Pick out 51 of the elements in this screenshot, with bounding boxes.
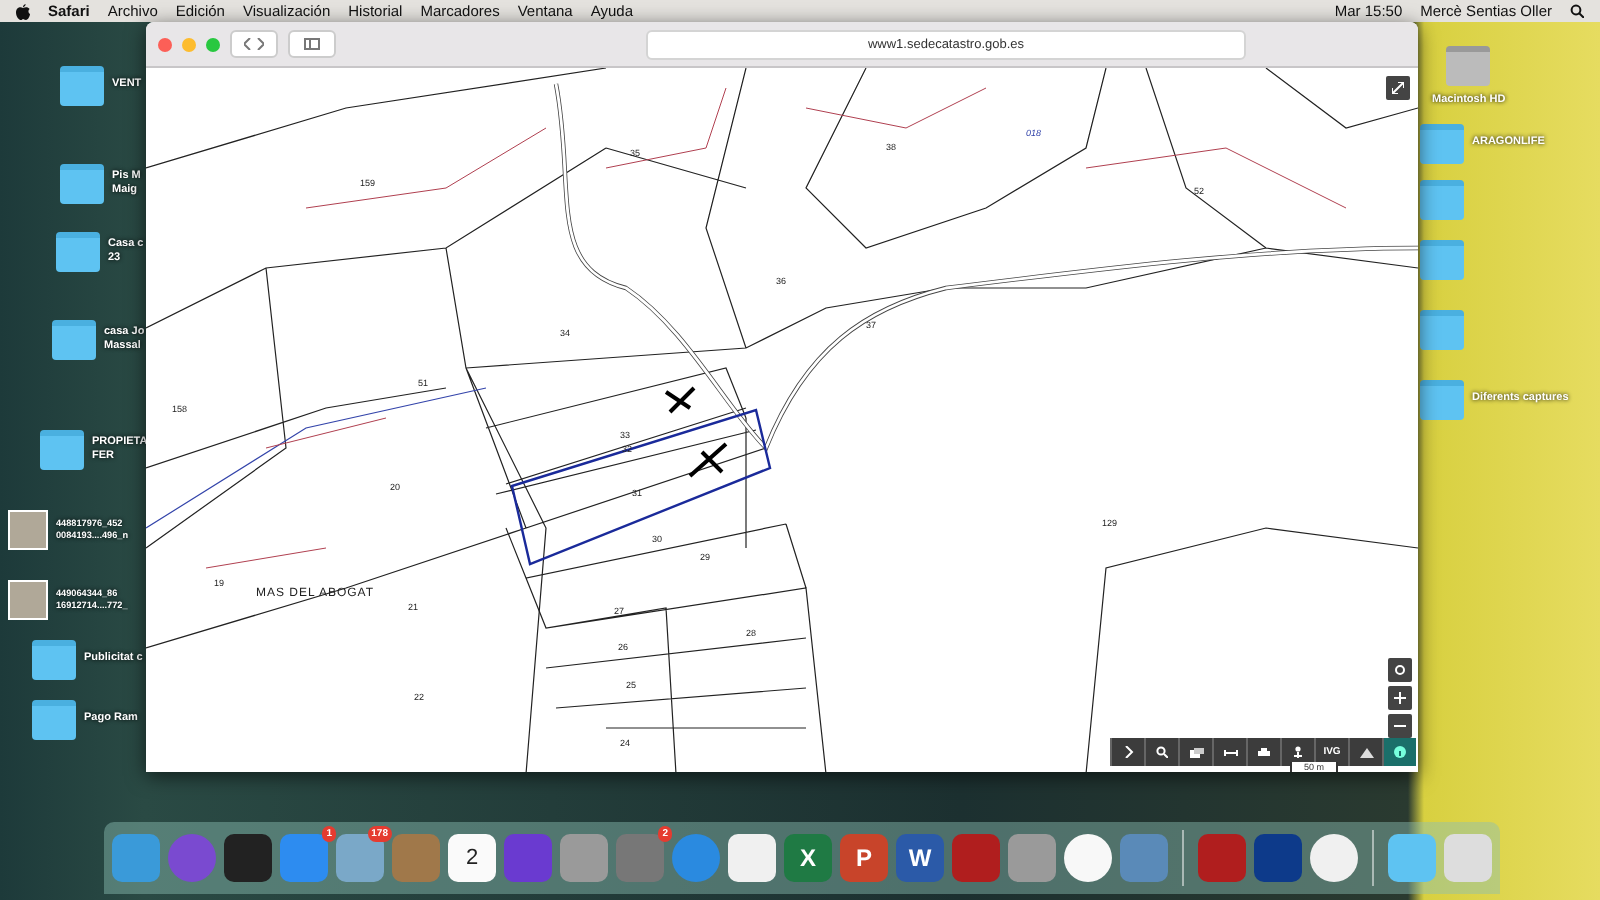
cross-marker-icon [688,442,728,478]
close-button[interactable] [158,37,172,51]
map-tool-button[interactable] [1348,738,1382,766]
folder-icon[interactable] [1420,240,1464,280]
info-icon [1394,746,1406,758]
image-thumbnail[interactable] [8,510,48,550]
plus-icon [1394,692,1406,704]
folder-icon[interactable] [32,640,76,680]
zoom-button[interactable] [206,37,220,51]
folder-icon[interactable] [60,164,104,204]
folder-icon[interactable] [60,66,104,106]
folder-icon[interactable] [32,700,76,740]
search-icon [1156,746,1168,758]
folder-icon[interactable] [1420,124,1464,164]
apple-icon[interactable] [16,3,30,19]
zoom-in-button[interactable] [1388,686,1412,710]
cross-marker-icon [664,386,696,414]
print-icon [1258,747,1270,757]
map-tool-button[interactable] [1178,738,1212,766]
office-app-icon[interactable]: W [896,834,944,882]
office-app-icon[interactable]: X [784,834,832,882]
crosshair-icon [1394,664,1406,676]
map-tool-button[interactable] [1212,738,1246,766]
chevrons-icon [244,38,264,50]
image-thumbnail[interactable] [8,580,48,620]
folder-icon[interactable] [1420,380,1464,420]
map-tool-button[interactable] [1280,738,1314,766]
calendar-app-icon[interactable]: 2 [448,834,496,882]
map-tool-button[interactable] [1246,738,1280,766]
folder-icon[interactable] [40,430,84,470]
chevron-icon [1123,746,1133,758]
expand-icon [1392,82,1404,94]
ruler-icon [1223,749,1237,755]
folder-icon[interactable] [1420,310,1464,350]
office-app-icon[interactable]: P [840,834,888,882]
back-button[interactable] [230,30,278,58]
map-tool-button[interactable] [1110,738,1144,766]
search-icon[interactable] [1570,4,1584,18]
minimize-button[interactable] [182,37,196,51]
map-tool-button[interactable] [1144,738,1178,766]
locate-button[interactable] [1388,658,1412,682]
map-tool-button[interactable] [1382,738,1416,766]
sidebar-button[interactable] [288,30,336,58]
folder-icon[interactable] [52,320,96,360]
folder-icon[interactable] [1420,180,1464,220]
route-icon [1292,746,1304,758]
minus-icon [1394,724,1406,728]
fullscreen-button[interactable] [1386,76,1410,100]
sidebar-icon [304,38,320,50]
zoom-out-button[interactable] [1388,714,1412,738]
folder-icon[interactable] [56,232,100,272]
